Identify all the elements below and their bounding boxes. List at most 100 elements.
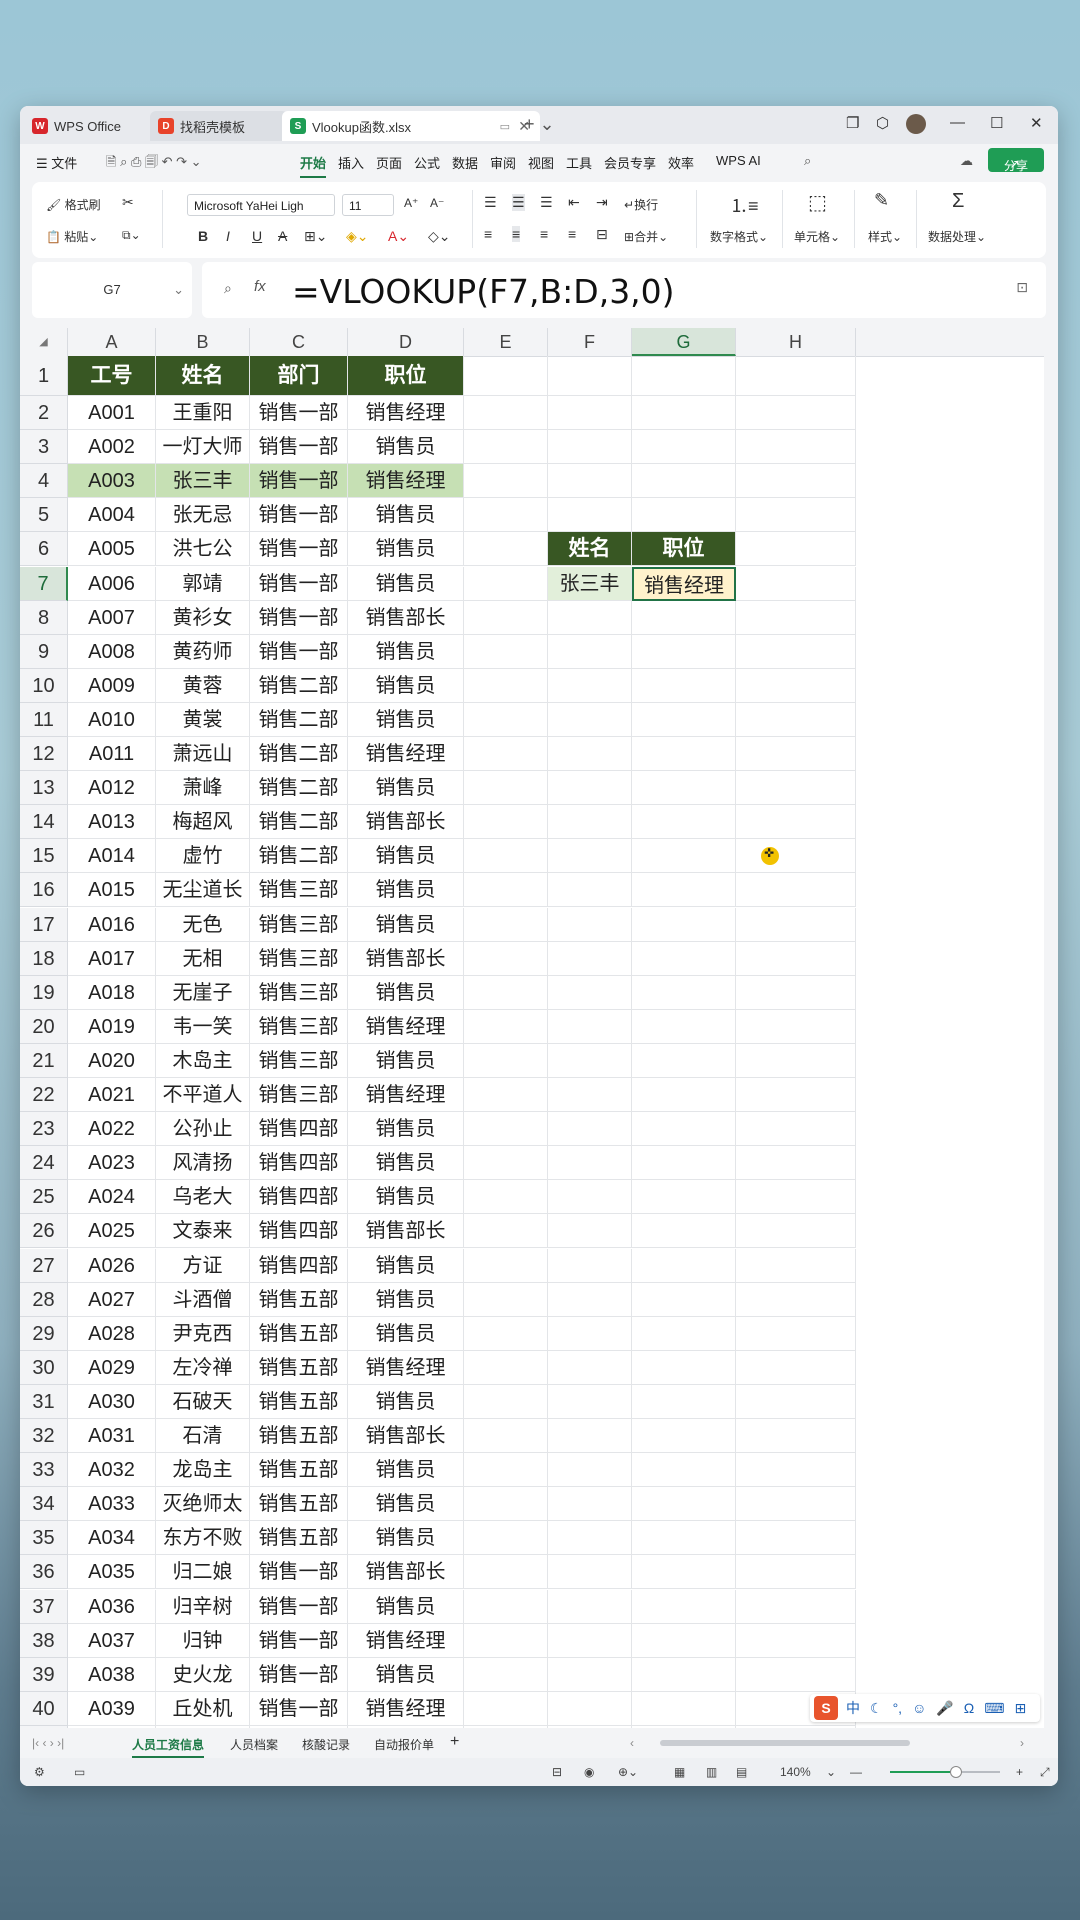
row-header[interactable]: 1	[20, 356, 68, 396]
grid-cell[interactable]	[548, 1009, 632, 1044]
grid-cell[interactable]	[156, 1725, 250, 1728]
grid-cell[interactable]	[464, 1009, 548, 1044]
grid-cell[interactable]: 销售五部	[250, 1384, 348, 1419]
grid-cell[interactable]: A003	[68, 464, 156, 499]
row-header[interactable]: 33	[20, 1453, 68, 1488]
cloud-icon[interactable]: ☁	[960, 153, 973, 169]
grid-cell[interactable]	[736, 1214, 856, 1249]
grid-cell[interactable]	[736, 498, 856, 533]
menu-member[interactable]: 会员专享	[604, 153, 656, 172]
column-header-d[interactable]: D	[348, 328, 464, 356]
grid-cell[interactable]	[464, 1521, 548, 1556]
grid-cell[interactable]: A033	[68, 1487, 156, 1522]
grid-cell[interactable]: 龙岛主	[156, 1453, 250, 1488]
grid-cell[interactable]: A025	[68, 1214, 156, 1249]
formula-text[interactable]: =VLOOKUP(F7,B:D,3,0)	[292, 272, 675, 311]
grid-cell[interactable]: 销售五部	[250, 1350, 348, 1385]
grid-cell[interactable]: 销售员	[348, 1112, 464, 1147]
grid-cell[interactable]	[548, 668, 632, 703]
row-header[interactable]: 22	[20, 1078, 68, 1113]
bold-icon[interactable]: B	[198, 228, 208, 244]
row-header[interactable]: 31	[20, 1384, 68, 1419]
grid-cell[interactable]: 无相	[156, 941, 250, 976]
row-header[interactable]: 35	[20, 1521, 68, 1556]
grid-cell[interactable]	[548, 1623, 632, 1658]
grid-cell[interactable]: A011	[68, 737, 156, 772]
grid-cell[interactable]	[632, 1282, 736, 1317]
grid-cell[interactable]	[464, 1725, 548, 1728]
menu-page[interactable]: 页面	[376, 153, 402, 172]
grid-cell[interactable]	[736, 873, 856, 908]
sheet-nav-icons[interactable]: |‹ ‹ › ›|	[32, 1736, 64, 1750]
column-header-b[interactable]: B	[156, 328, 250, 356]
menu-efficiency[interactable]: 效率	[668, 153, 694, 172]
row-header[interactable]: 37	[20, 1589, 68, 1624]
grid-cell[interactable]	[464, 498, 548, 533]
grid-cell[interactable]	[464, 634, 548, 669]
cube-icon[interactable]: ⬡	[876, 114, 889, 132]
grid-cell[interactable]	[464, 702, 548, 737]
grid-cell[interactable]: 销售员	[348, 1589, 464, 1624]
grid-cell[interactable]	[548, 1214, 632, 1249]
grid-cell[interactable]: A015	[68, 873, 156, 908]
grid-cell[interactable]	[548, 1384, 632, 1419]
row-header[interactable]: 32	[20, 1419, 68, 1454]
grid-cell[interactable]	[464, 873, 548, 908]
grid-cell[interactable]	[548, 805, 632, 840]
grid-cell[interactable]: 销售三部	[250, 907, 348, 942]
column-header-c[interactable]: C	[250, 328, 348, 356]
menu-formula[interactable]: 公式	[414, 153, 440, 172]
grid-cell[interactable]: A022	[68, 1112, 156, 1147]
grid-cell[interactable]	[548, 1487, 632, 1522]
grid-cell[interactable]	[548, 634, 632, 669]
grid-cell[interactable]: 石破天	[156, 1384, 250, 1419]
grid-cell[interactable]: 史火龙	[156, 1657, 250, 1692]
grid-cell[interactable]	[548, 396, 632, 431]
column-header-e[interactable]: E	[464, 328, 548, 356]
grid-cell[interactable]	[736, 1487, 856, 1522]
grid-cell[interactable]: 销售二部	[250, 771, 348, 806]
grid-cell[interactable]: 销售一部	[250, 634, 348, 669]
sheet-tab-salary[interactable]: 人员工资信息	[132, 1736, 205, 1758]
grid-cell[interactable]: 张无忌	[156, 498, 250, 533]
align-bottom-icon[interactable]: ☰	[540, 194, 553, 211]
row-header[interactable]: 3	[20, 430, 68, 465]
row-header[interactable]: 41	[20, 1725, 68, 1728]
new-tab-icon[interactable]: + ⌄	[524, 114, 555, 135]
table-header-cell[interactable]: 部门	[250, 356, 348, 396]
grid-cell[interactable]: 东方不败	[156, 1521, 250, 1556]
grid-cell[interactable]: 公孙止	[156, 1112, 250, 1147]
grid-cell[interactable]	[464, 1316, 548, 1351]
window-layout-icon[interactable]: ❐	[846, 114, 859, 132]
grid-cell[interactable]: 销售员	[348, 873, 464, 908]
grid-cell[interactable]: 销售员	[348, 1521, 464, 1556]
lookup-header-position[interactable]: 职位	[632, 532, 736, 567]
grid-cell[interactable]	[464, 1078, 548, 1113]
grid-cell[interactable]: 销售五部	[250, 1487, 348, 1522]
align-right-icon[interactable]: ≡	[540, 226, 548, 242]
grid-cell[interactable]: 销售员	[348, 1487, 464, 1522]
tab-docer[interactable]: D 找稻壳模板	[150, 111, 288, 141]
grid-cell[interactable]: 销售一部	[250, 1555, 348, 1590]
row-header[interactable]: 21	[20, 1043, 68, 1078]
grid-cell[interactable]	[736, 600, 856, 635]
grid-cell[interactable]: 销售一部	[250, 600, 348, 635]
grid-cell[interactable]	[736, 737, 856, 772]
zoom-slider[interactable]	[890, 1771, 1000, 1773]
grid-cell[interactable]	[464, 1350, 548, 1385]
grid-cell[interactable]	[632, 1657, 736, 1692]
grid-cell[interactable]	[736, 907, 856, 942]
grid-cell[interactable]	[548, 600, 632, 635]
grid-cell[interactable]: 方证	[156, 1248, 250, 1283]
grid-cell[interactable]	[736, 1725, 856, 1728]
menu-insert[interactable]: 插入	[338, 153, 364, 172]
omega-icon[interactable]: Ω	[964, 1700, 974, 1716]
grid-cell[interactable]: 销售三部	[250, 1043, 348, 1078]
grid-cell[interactable]: A039	[68, 1691, 156, 1726]
grid-cell[interactable]	[736, 839, 856, 874]
lookup-result-cell[interactable]: 销售经理	[632, 566, 736, 601]
grid-cell[interactable]: A004	[68, 498, 156, 533]
grid-cell[interactable]	[632, 1078, 736, 1113]
grid-cell[interactable]: 销售四部	[250, 1146, 348, 1181]
grid-cell[interactable]	[548, 1725, 632, 1728]
